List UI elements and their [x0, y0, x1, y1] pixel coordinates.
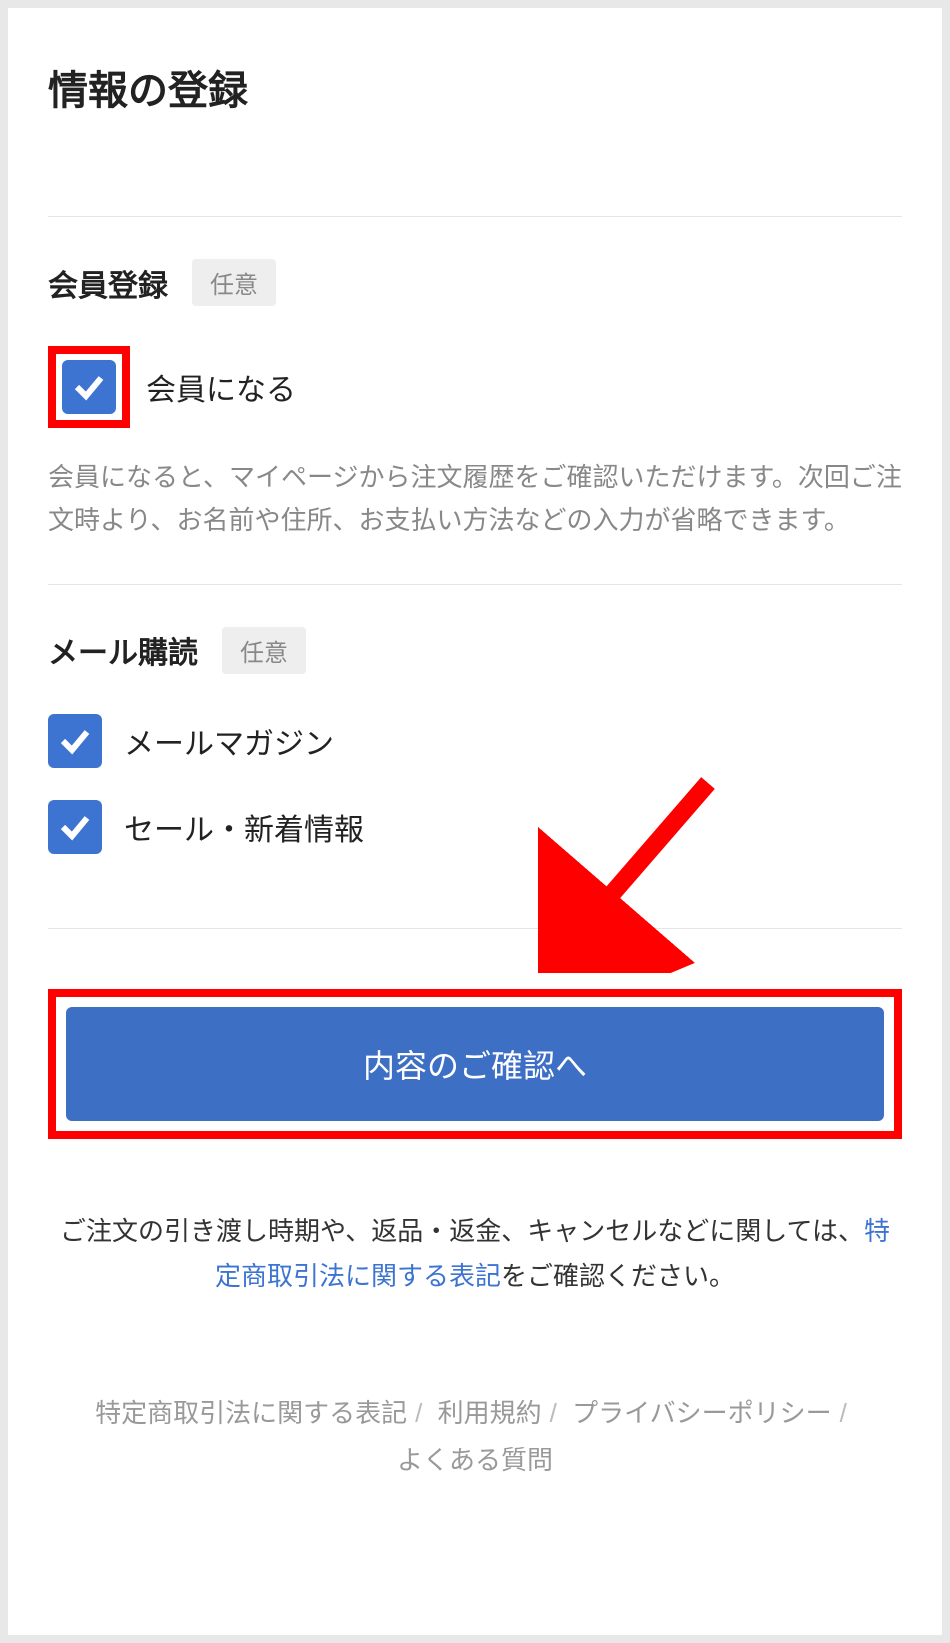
footer-links: 特定商取引法に関する表記 / 利用規約 / プライバシーポリシー / よくある質問: [48, 1390, 902, 1484]
separator: /: [415, 1398, 422, 1428]
notice-text: ご注文の引き渡し時期や、返品・返金、キャンセルなどに関しては、特定商取引法に関す…: [48, 1209, 902, 1300]
mail-section: メール購読 任意 メールマガジン セール・新着情報: [48, 584, 902, 928]
member-section: 会員登録 任意 会員になる 会員になると、マイページから注文履歴をご確認いただけ…: [48, 216, 902, 584]
notice-suffix: をご確認ください。: [501, 1261, 735, 1291]
mail-magazine-row: メールマガジン: [48, 714, 902, 768]
sale-news-label: セール・新着情報: [124, 805, 364, 849]
mail-magazine-label: メールマガジン: [124, 719, 334, 763]
footer-link-privacy[interactable]: プライバシーポリシー: [572, 1398, 831, 1428]
check-icon: [57, 809, 93, 845]
separator: /: [840, 1398, 847, 1428]
action-section: 内容のご確認へ: [48, 928, 902, 1139]
notice-prefix: ご注文の引き渡し時期や、返品・返金、キャンセルなどに関しては、: [60, 1216, 864, 1246]
footer-link-terms[interactable]: 利用規約: [438, 1398, 542, 1428]
form-card: 情報の登録 会員登録 任意 会員になる 会員になると、マイページから注文履歴をご…: [8, 8, 942, 1635]
become-member-checkbox[interactable]: [62, 360, 116, 414]
become-member-row: 会員になる: [48, 346, 902, 428]
become-member-label: 会員になる: [146, 365, 296, 409]
separator: /: [550, 1398, 557, 1428]
optional-badge: 任意: [222, 627, 306, 674]
footer-link-tokushoho[interactable]: 特定商取引法に関する表記: [95, 1398, 407, 1428]
page-title: 情報の登録: [48, 58, 902, 156]
member-helper-text: 会員になると、マイページから注文履歴をご確認いただけます。次回ご注文時より、お名…: [48, 456, 902, 542]
member-section-header: 会員登録 任意: [48, 259, 902, 306]
sale-news-row: セール・新着情報: [48, 800, 902, 854]
check-icon: [57, 723, 93, 759]
optional-badge: 任意: [192, 259, 276, 306]
check-icon: [71, 369, 107, 405]
footer-link-faq[interactable]: よくある質問: [397, 1445, 553, 1475]
sale-news-checkbox[interactable]: [48, 800, 102, 854]
member-section-title: 会員登録: [48, 261, 168, 305]
confirm-button[interactable]: 内容のご確認へ: [66, 1007, 884, 1121]
highlight-annotation: [48, 346, 130, 428]
mail-magazine-checkbox[interactable]: [48, 714, 102, 768]
button-highlight-annotation: 内容のご確認へ: [48, 989, 902, 1139]
mail-section-title: メール購読: [48, 628, 198, 672]
mail-section-header: メール購読 任意: [48, 627, 902, 674]
